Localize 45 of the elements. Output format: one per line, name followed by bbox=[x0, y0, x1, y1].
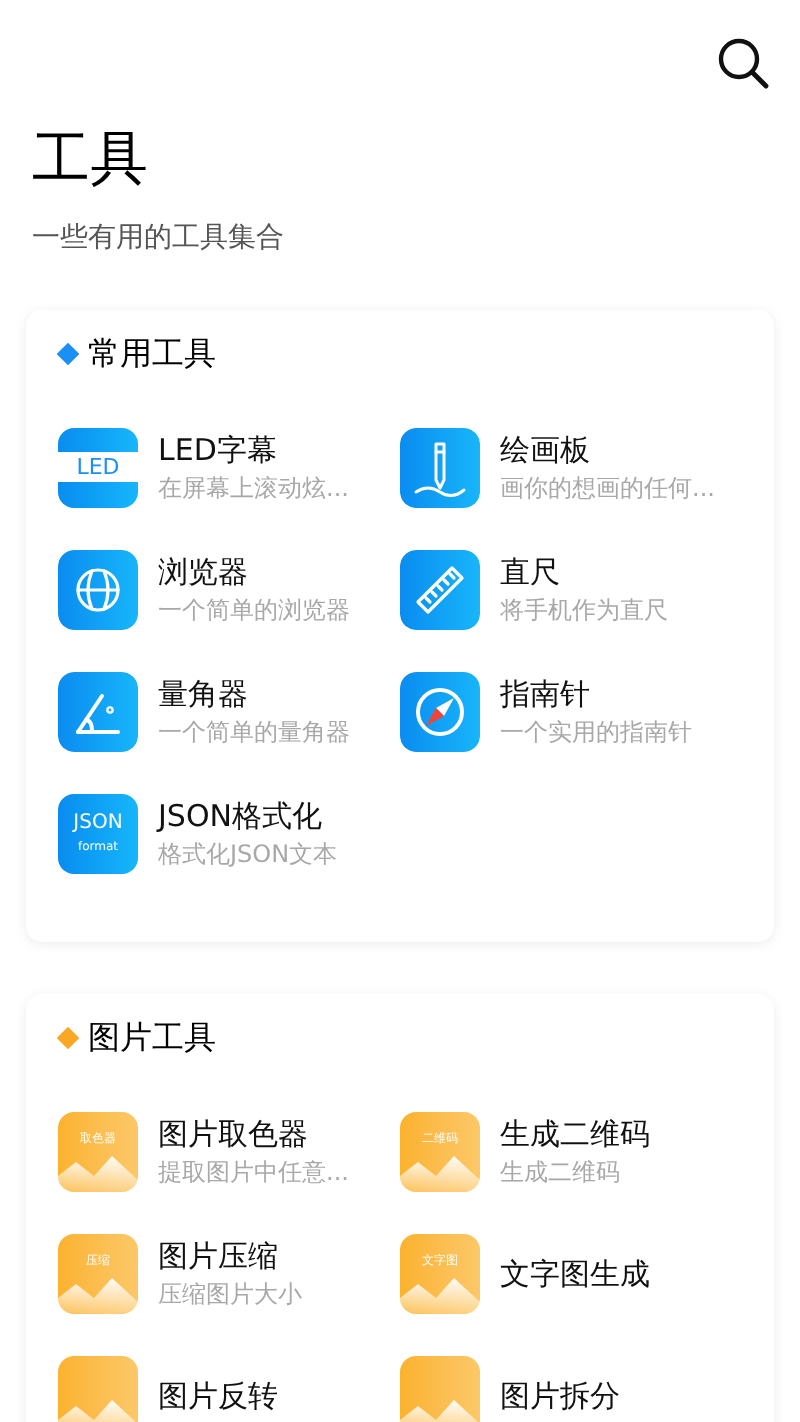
tool-title: 指南针 bbox=[500, 673, 592, 713]
pen-icon bbox=[400, 427, 480, 507]
tool-title: 图片取色器 bbox=[158, 1113, 310, 1153]
tool-title: 图片反转 bbox=[158, 1375, 278, 1415]
tool-description: 将手机作为直尺 bbox=[500, 593, 668, 627]
tool-item[interactable]: 图片拆分 bbox=[400, 1334, 742, 1422]
tool-description: 提取图片中任意... bbox=[158, 1155, 349, 1189]
tool-title: 图片压缩 bbox=[158, 1235, 280, 1275]
tool-description: 生成二维码 bbox=[500, 1155, 622, 1189]
search-icon[interactable] bbox=[716, 36, 772, 92]
globe-icon bbox=[58, 549, 138, 629]
tool-title: 浏览器 bbox=[158, 551, 250, 591]
tool-description: 画你的想画的任何... bbox=[500, 471, 715, 505]
tool-title: LED字幕 bbox=[158, 429, 279, 469]
tool-item[interactable]: 量角器 一个简单的量角器 bbox=[58, 650, 400, 772]
tool-description: 格式化JSON文本 bbox=[158, 837, 338, 871]
tool-description: 一个简单的量角器 bbox=[158, 715, 350, 749]
tool-title: 生成二维码 bbox=[500, 1113, 650, 1153]
tool-description: 在屏幕上滚动炫... bbox=[158, 471, 349, 505]
image-icon bbox=[58, 1355, 138, 1422]
tool-description: 一个实用的指南针 bbox=[500, 715, 692, 749]
tool-title: 量角器 bbox=[158, 673, 250, 713]
tool-description: 压缩图片大小 bbox=[158, 1277, 302, 1311]
tool-item[interactable]: LED LED字幕 在屏幕上滚动炫... bbox=[58, 406, 400, 528]
section-title: 图片工具 bbox=[88, 1018, 216, 1058]
protractor-icon bbox=[58, 671, 138, 751]
tool-item[interactable]: 图片反转 bbox=[58, 1334, 400, 1422]
tool-title: 直尺 bbox=[500, 551, 562, 591]
tool-title: JSON格式化 bbox=[158, 795, 324, 835]
tool-title: 文字图生成 bbox=[500, 1253, 650, 1293]
tool-title: 绘画板 bbox=[500, 429, 592, 469]
tool-title: 图片拆分 bbox=[500, 1375, 620, 1415]
tool-description: 一个简单的浏览器 bbox=[158, 593, 350, 627]
page-subtitle: 一些有用的工具集合 bbox=[32, 220, 284, 258]
tool-item[interactable]: 直尺 将手机作为直尺 bbox=[400, 528, 742, 650]
icon-label: LED bbox=[76, 456, 120, 478]
image-icon bbox=[400, 1355, 480, 1422]
tool-item[interactable]: 指南针 一个实用的指南针 bbox=[400, 650, 742, 772]
page-title: 工具 bbox=[32, 122, 148, 194]
tool-item[interactable]: 浏览器 一个简单的浏览器 bbox=[58, 528, 400, 650]
section-title: 常用工具 bbox=[88, 334, 216, 374]
tool-item[interactable]: 绘画板 画你的想画的任何... bbox=[400, 406, 742, 528]
ruler-icon bbox=[400, 549, 480, 629]
compass-icon bbox=[400, 671, 480, 751]
icon-label: JSON bbox=[73, 813, 123, 833]
